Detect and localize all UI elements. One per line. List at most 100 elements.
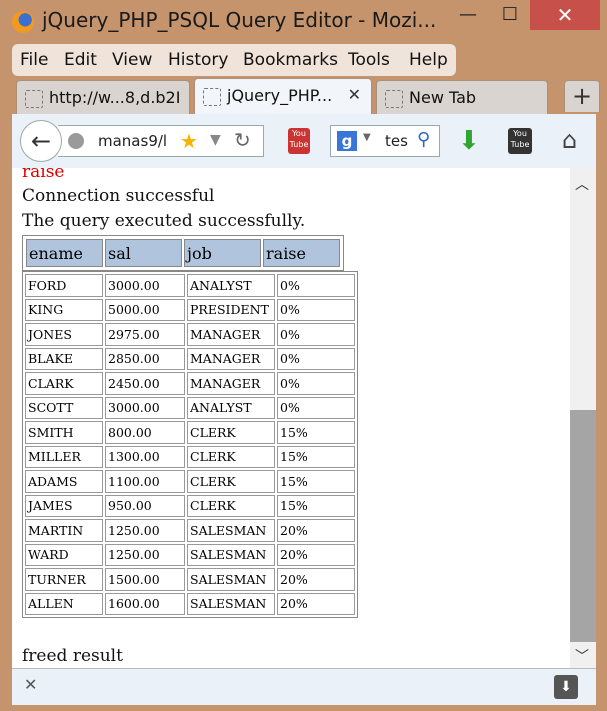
tab-new-tab[interactable]: New Tab [376, 80, 548, 114]
query-message: The query executed successfully. [22, 211, 306, 231]
search-engine-dropdown-icon[interactable]: ▼ [363, 132, 371, 143]
search-magnifier-icon[interactable]: ⚲ [417, 129, 430, 150]
column-header-raise: raise [263, 239, 340, 267]
sal-cell: 1600.00 [105, 592, 185, 615]
scroll-down-arrow-icon[interactable]: ﹀ [575, 646, 589, 666]
job-cell: CLERK [187, 494, 275, 517]
job-cell: CLERK [187, 445, 275, 468]
tab-google[interactable]: http://w...8,d.b2I [16, 80, 190, 114]
menu-edit[interactable]: Edit [64, 50, 97, 70]
youtube-addon-icon[interactable]: You Tube [288, 128, 310, 154]
sal-cell: 800.00 [105, 421, 185, 444]
sal-cell: 1250.00 [105, 519, 185, 542]
table-row: ADAMS 1100.00 CLERK 15% [25, 470, 355, 493]
sal-cell: 3000.00 [105, 396, 185, 419]
window-title: jQuery_PHP_PSQL Query Editor - Mozi... [42, 8, 437, 32]
raise-cell: 20% [277, 519, 355, 542]
table-row: MARTIN 1250.00 SALESMAN 20% [25, 519, 355, 542]
page-favicon-icon [25, 90, 43, 108]
title-bar: jQuery_PHP_PSQL Query Editor - Mozi... —… [0, 0, 607, 42]
job-cell: ANALYST [187, 396, 275, 419]
sal-cell: 3000.00 [105, 274, 185, 297]
sal-cell: 1500.00 [105, 568, 185, 591]
sal-cell: 1100.00 [105, 470, 185, 493]
results-table: FORD 3000.00 ANALYST 0% KING 5000.00 PRESIDENT… [22, 271, 358, 618]
table-row: SCOTT 3000.00 ANALYST 0% [25, 396, 355, 419]
menu-view[interactable]: View [112, 50, 152, 70]
bookmark-star-icon[interactable]: ★ [180, 129, 198, 153]
firefox-logo-icon [12, 11, 34, 33]
scrollbar-thumb[interactable] [570, 410, 596, 642]
url-dropdown-icon[interactable]: ▼ [210, 132, 221, 148]
youtube-icon[interactable]: You Tube [508, 128, 532, 154]
ename-cell: MILLER [25, 445, 103, 468]
job-cell: CLERK [187, 421, 275, 444]
menu-bookmarks[interactable]: Bookmarks [243, 50, 338, 70]
sal-cell: 2975.00 [105, 323, 185, 346]
close-window-button[interactable]: ✕ [530, 0, 600, 30]
google-search-engine-icon[interactable]: g [337, 131, 357, 151]
table-row: JONES 2975.00 MANAGER 0% [25, 323, 355, 346]
tab-close-icon[interactable]: ✕ [348, 85, 361, 104]
table-row: MILLER 1300.00 CLERK 15% [25, 445, 355, 468]
job-cell: SALESMAN [187, 592, 275, 615]
ename-cell: BLAKE [25, 347, 103, 370]
download-arrow-icon[interactable]: ⬇ [458, 126, 480, 156]
table-row: ALLEN 1600.00 SALESMAN 20% [25, 592, 355, 615]
reload-icon[interactable]: ↻ [234, 128, 251, 152]
raise-cell: 20% [277, 592, 355, 615]
tab-label: New Tab [409, 88, 477, 107]
menu-history[interactable]: History [168, 50, 228, 70]
ename-cell: FORD [25, 274, 103, 297]
job-cell: SALESMAN [187, 543, 275, 566]
home-icon[interactable]: ⌂ [562, 126, 577, 154]
raise-cell: 15% [277, 445, 355, 468]
sal-cell: 5000.00 [105, 298, 185, 321]
url-bar[interactable]: manas9/l ★ ▼ ↻ [58, 125, 264, 157]
back-button[interactable]: ← [20, 120, 62, 162]
table-row: WARD 1250.00 SALESMAN 20% [25, 543, 355, 566]
job-cell: MANAGER [187, 323, 275, 346]
search-box[interactable]: g ▼ tes ⚲ [330, 125, 440, 157]
search-input[interactable]: tes [385, 132, 408, 150]
ename-cell: TURNER [25, 568, 103, 591]
raise-cell: 15% [277, 494, 355, 517]
scroll-up-arrow-icon[interactable]: ︿ [575, 174, 589, 194]
url-text[interactable]: manas9/l [98, 132, 176, 150]
raise-cell: 0% [277, 274, 355, 297]
raise-cell: 15% [277, 421, 355, 444]
ename-cell: JONES [25, 323, 103, 346]
connection-message: Connection successful [22, 186, 215, 206]
vertical-scrollbar[interactable]: ︿ ﹀ [570, 168, 596, 668]
status-bar: ✕ ⬇ [12, 668, 596, 705]
column-header-job: job [184, 239, 261, 267]
new-tab-button[interactable]: + [564, 80, 600, 112]
menu-help[interactable]: Help [409, 50, 448, 70]
tab-query-editor[interactable]: jQuery_PHP... ✕ [194, 78, 372, 114]
job-cell: MANAGER [187, 372, 275, 395]
column-header-ename: ename [26, 239, 103, 267]
ename-cell: MARTIN [25, 519, 103, 542]
close-addon-bar-icon[interactable]: ✕ [24, 675, 37, 694]
sal-cell: 2450.00 [105, 372, 185, 395]
menu-file[interactable]: File [20, 50, 48, 70]
minimize-button[interactable]: — [450, 0, 486, 30]
sal-cell: 1300.00 [105, 445, 185, 468]
table-row: KING 5000.00 PRESIDENT 0% [25, 298, 355, 321]
tab-label: http://w...8,d.b2I [49, 88, 181, 107]
navigation-toolbar: manas9/l ★ ▼ ↻ ← You Tube g ▼ tes ⚲ ⬇ You… [12, 114, 596, 169]
tab-label: jQuery_PHP... [227, 86, 333, 105]
browser-window: jQuery_PHP_PSQL Query Editor - Mozi... —… [0, 0, 607, 711]
page-content: raise Connection successful The query ex… [12, 168, 570, 668]
job-cell: ANALYST [187, 274, 275, 297]
globe-icon [68, 133, 84, 149]
page-favicon-icon [203, 88, 221, 106]
raise-cell: 0% [277, 298, 355, 321]
ename-cell: ADAMS [25, 470, 103, 493]
ename-cell: KING [25, 298, 103, 321]
download-status-icon[interactable]: ⬇ [554, 675, 578, 699]
raise-cell: 0% [277, 323, 355, 346]
sal-cell: 2850.00 [105, 347, 185, 370]
maximize-button[interactable]: ☐ [492, 0, 528, 30]
menu-tools[interactable]: Tools [348, 50, 390, 70]
